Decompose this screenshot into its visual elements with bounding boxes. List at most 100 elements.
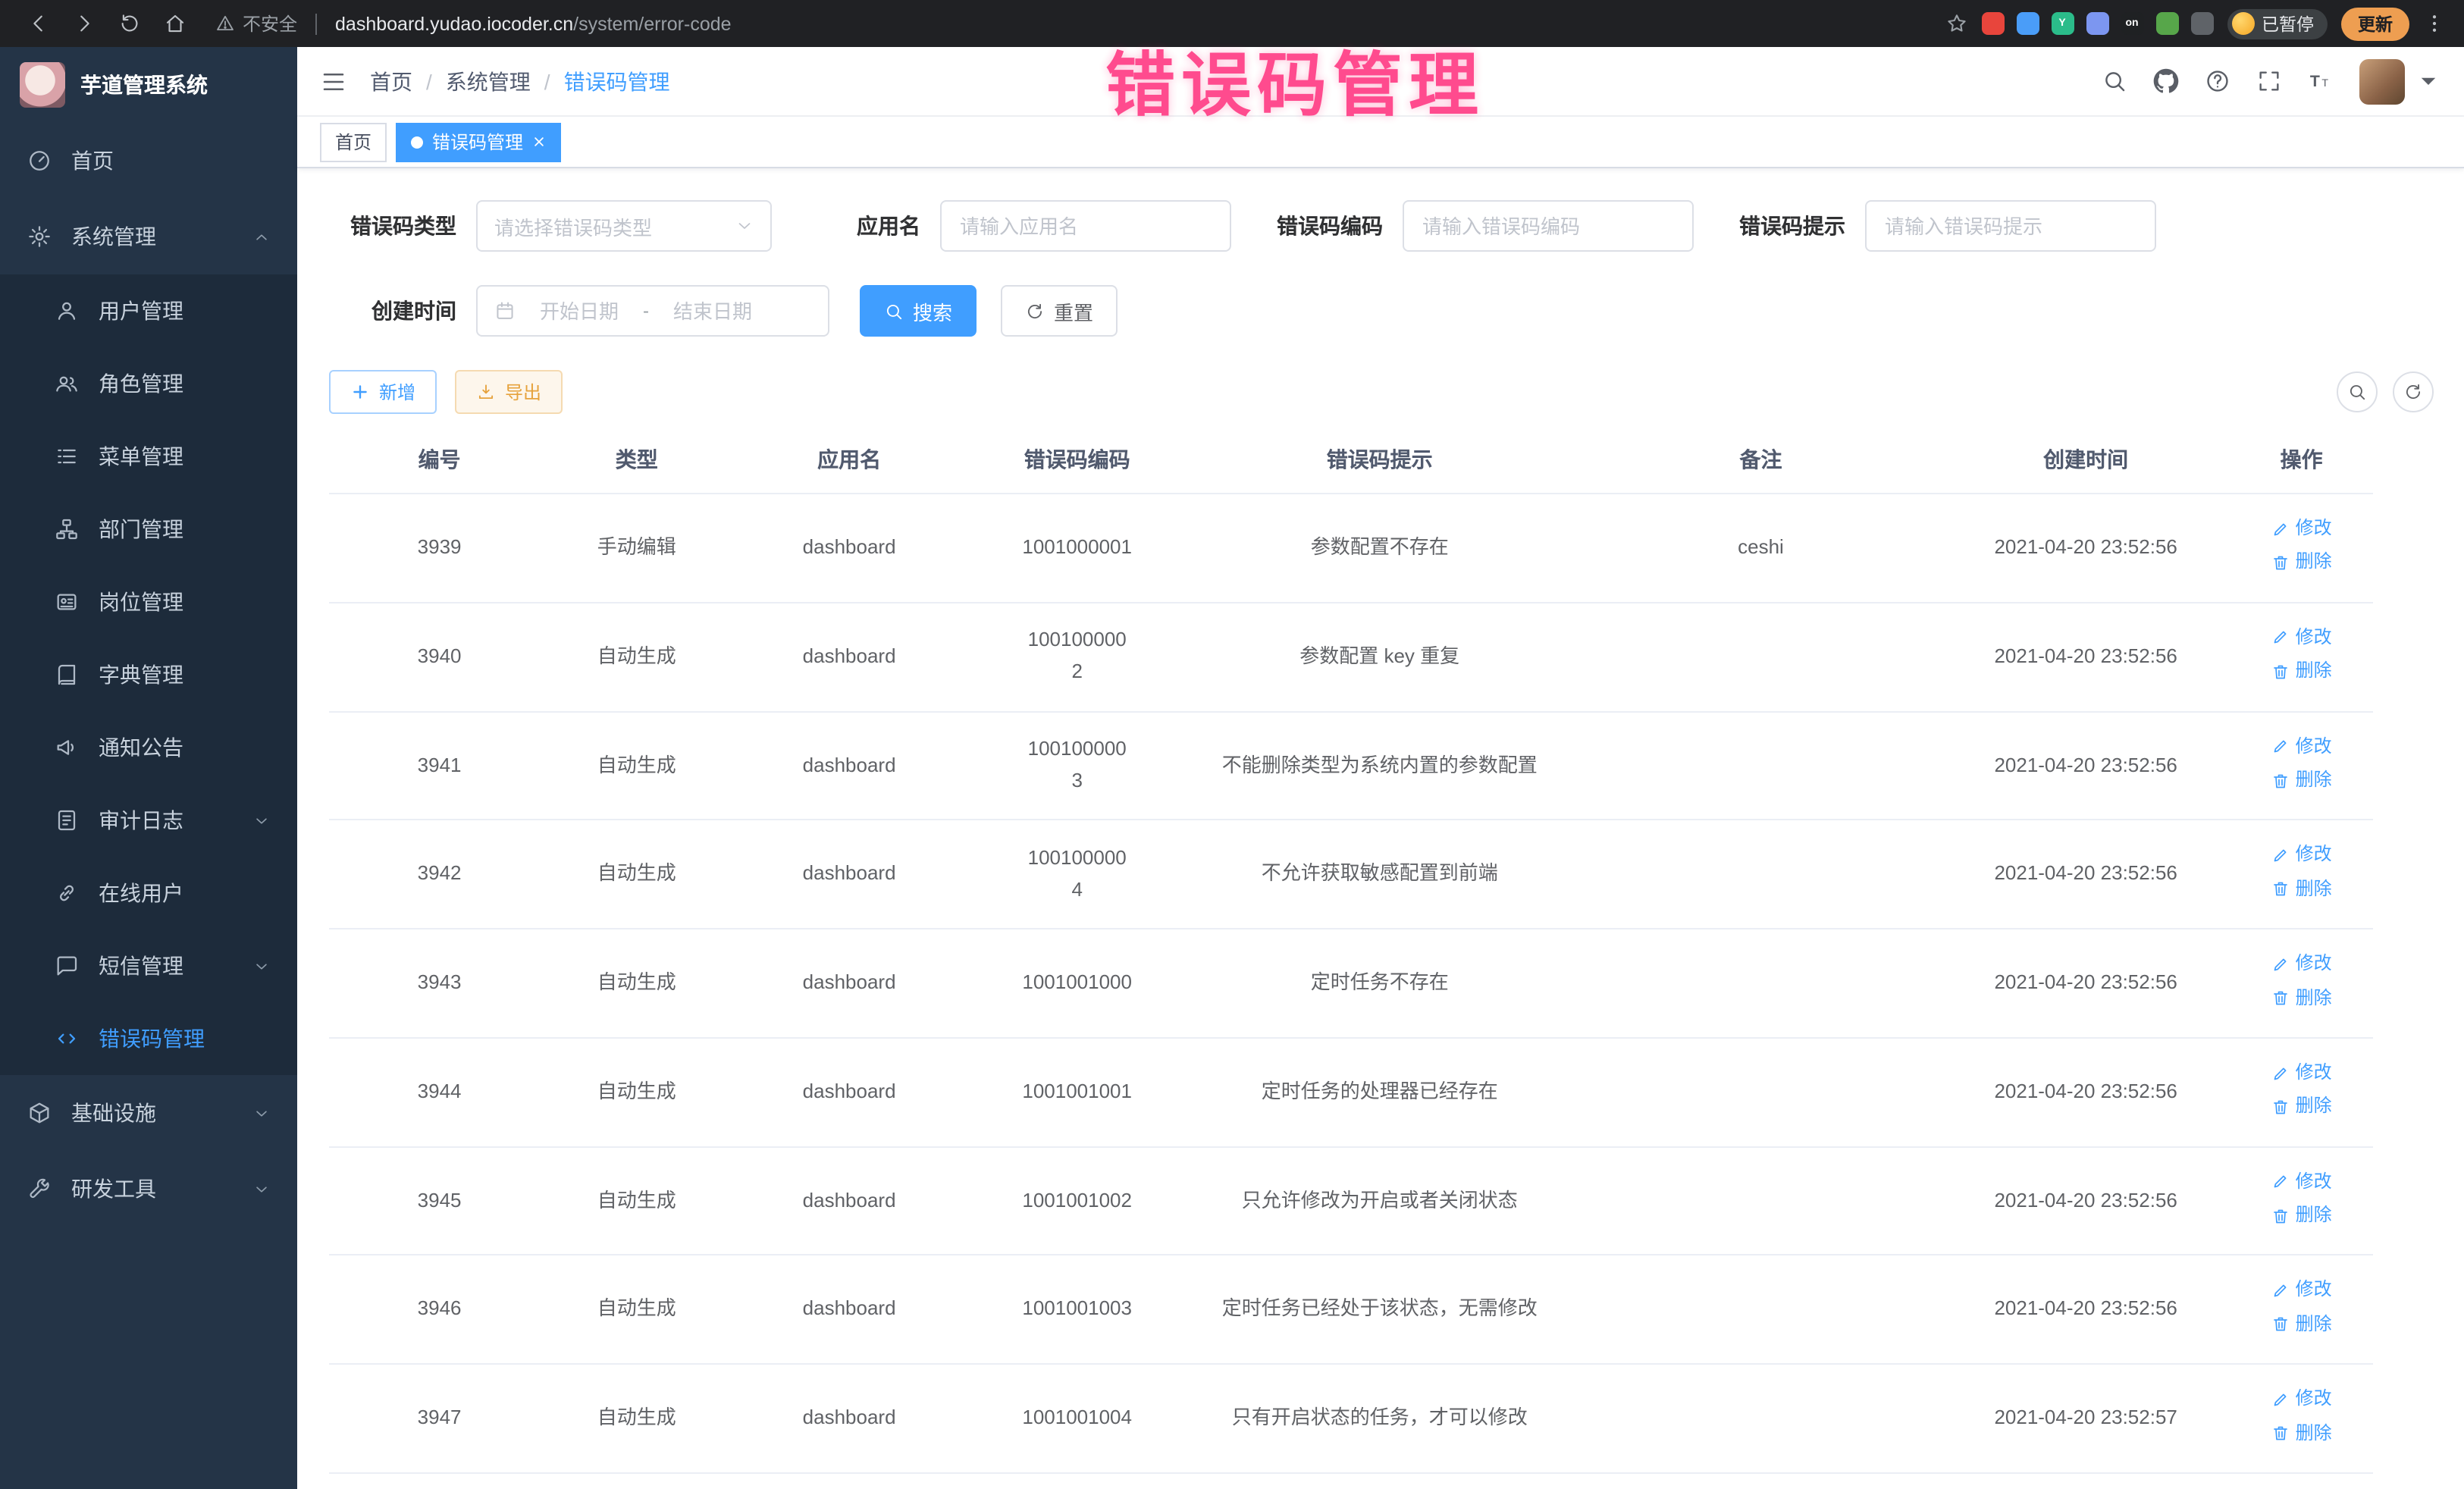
sidebar-item[interactable]: 首页 [0, 123, 297, 199]
extension-switch[interactable]: on [2121, 12, 2143, 35]
row-actions: 修改删除 [2230, 1473, 2373, 1489]
toggle-search-button[interactable] [2337, 371, 2378, 412]
export-button[interactable]: 导出 [455, 370, 563, 414]
security-chip[interactable]: 不安全 [215, 11, 297, 36]
edit-link[interactable]: 修改 [2271, 1276, 2332, 1305]
extension-grid[interactable] [2086, 12, 2108, 35]
chrome-right: Yon 已暂停 更新 [1945, 7, 2446, 40]
sidebar-item[interactable]: 基础设施 [0, 1075, 297, 1151]
sidebar-item[interactable]: 部门管理 [0, 493, 297, 566]
extension-red-circle[interactable] [1981, 12, 2004, 35]
tab-error-code[interactable]: 错误码管理 [396, 122, 561, 161]
delete-link[interactable]: 删除 [2271, 874, 2332, 903]
edit-link[interactable]: 修改 [2271, 841, 2332, 870]
delete-link[interactable]: 删除 [2271, 1310, 2332, 1339]
delete-link[interactable]: 删除 [2271, 766, 2332, 795]
svg-text:T: T [2321, 77, 2328, 89]
megaphone-icon [55, 735, 79, 760]
user-menu[interactable] [2359, 58, 2441, 104]
breadcrumb-home[interactable]: 首页 [370, 66, 412, 96]
sidebar-item[interactable]: 在线用户 [0, 857, 297, 929]
bookmark-star-icon[interactable] [1945, 12, 1967, 35]
sidebar-item[interactable]: 错误码管理 [0, 1002, 297, 1075]
calendar-icon [494, 300, 516, 321]
update-button[interactable]: 更新 [2341, 7, 2409, 40]
app-name-input[interactable] [940, 200, 1231, 252]
delete-link[interactable]: 删除 [2271, 548, 2332, 577]
address-bar[interactable]: dashboard.yudao.iocoder.cn/system/error-… [335, 13, 732, 34]
sidebar-item[interactable]: 菜单管理 [0, 420, 297, 493]
home-icon[interactable] [155, 4, 194, 43]
trash-icon [2271, 989, 2290, 1007]
date-range-picker[interactable]: - [476, 285, 829, 337]
extension-yuque[interactable]: Y [2051, 12, 2074, 35]
row-time: 2021-04-20 23:52:56 [1942, 494, 2230, 603]
row-code: 100100000 4 [975, 820, 1180, 929]
tab-home[interactable]: 首页 [320, 122, 387, 161]
sidebar-item[interactable]: 短信管理 [0, 929, 297, 1002]
row-code: 1001001001 [975, 1038, 1180, 1147]
edit-link[interactable]: 修改 [2271, 949, 2332, 978]
refresh-table-button[interactable] [2393, 371, 2434, 412]
delete-link-label: 删除 [2296, 1418, 2332, 1447]
font-size-icon[interactable]: TT [2308, 68, 2334, 94]
extension-pin[interactable] [2190, 12, 2213, 35]
error-hint-input[interactable] [1865, 200, 2156, 252]
reset-button[interactable]: 重置 [1001, 285, 1118, 337]
forward-icon[interactable] [64, 4, 103, 43]
sidebar-item[interactable]: 用户管理 [0, 274, 297, 347]
row-remark [1580, 820, 1942, 929]
delete-link[interactable]: 删除 [2271, 1201, 2332, 1230]
reload-icon[interactable] [109, 4, 149, 43]
edit-link[interactable]: 修改 [2271, 1058, 2332, 1087]
close-icon[interactable] [532, 135, 546, 149]
error-type-select[interactable]: 请选择错误码类型 [476, 200, 772, 252]
add-button[interactable]: 新增 [329, 370, 437, 414]
sidebar-item[interactable]: 研发工具 [0, 1151, 297, 1227]
edit-link[interactable]: 修改 [2271, 623, 2332, 652]
sidebar-item[interactable]: 字典管理 [0, 638, 297, 711]
sidebar-toggle-icon[interactable] [320, 67, 347, 95]
row-type: 手动编辑 [550, 494, 723, 603]
row-code: 1001001002 [975, 1146, 1180, 1255]
chevron-down-icon [253, 1105, 270, 1121]
start-date-input[interactable] [525, 299, 634, 322]
edit-link[interactable]: 修改 [2271, 514, 2332, 543]
error-code-input[interactable] [1403, 200, 1694, 252]
breadcrumb-system[interactable]: 系统管理 [446, 66, 531, 96]
chrome-menu-icon[interactable] [2423, 12, 2446, 35]
search-button[interactable]: 搜索 [860, 285, 977, 337]
delete-link[interactable]: 删除 [2271, 983, 2332, 1012]
sidebar-item-label: 角色管理 [99, 368, 183, 399]
filter-app-name: 应用名 [857, 200, 1231, 252]
extension-leaf[interactable] [2155, 12, 2178, 35]
delete-link[interactable]: 删除 [2271, 1418, 2332, 1447]
delete-link[interactable]: 删除 [2271, 657, 2332, 685]
edit-link[interactable]: 修改 [2271, 732, 2332, 760]
pencil-icon [2271, 629, 2290, 647]
app-logo[interactable]: 芋道管理系统 [0, 47, 297, 123]
tab-label: 错误码管理 [432, 129, 523, 155]
select-placeholder: 请选择错误码类型 [494, 212, 652, 240]
delete-link[interactable]: 删除 [2271, 1092, 2332, 1121]
users-icon [55, 371, 79, 396]
fullscreen-icon[interactable] [2256, 68, 2282, 94]
download-icon [476, 382, 496, 402]
sidebar-item[interactable]: 岗位管理 [0, 566, 297, 638]
back-icon[interactable] [18, 4, 58, 43]
help-icon[interactable] [2205, 68, 2230, 94]
edit-link[interactable]: 修改 [2271, 1167, 2332, 1196]
sidebar-item[interactable]: 角色管理 [0, 347, 297, 420]
search-icon[interactable] [2102, 68, 2127, 94]
extension-blue-drop[interactable] [2016, 12, 2039, 35]
row-id: 3942 [329, 820, 550, 929]
github-icon[interactable] [2153, 68, 2179, 94]
row-remark [1580, 929, 1942, 1038]
end-date-input[interactable] [658, 299, 767, 322]
sidebar-item[interactable]: 通知公告 [0, 711, 297, 784]
sidebar-item[interactable]: 系统管理 [0, 199, 297, 274]
edit-link[interactable]: 修改 [2271, 1385, 2332, 1414]
sidebar-item[interactable]: 审计日志 [0, 784, 297, 857]
profile-sync-paused-badge[interactable]: 已暂停 [2227, 8, 2328, 39]
trash-icon [2271, 1098, 2290, 1116]
